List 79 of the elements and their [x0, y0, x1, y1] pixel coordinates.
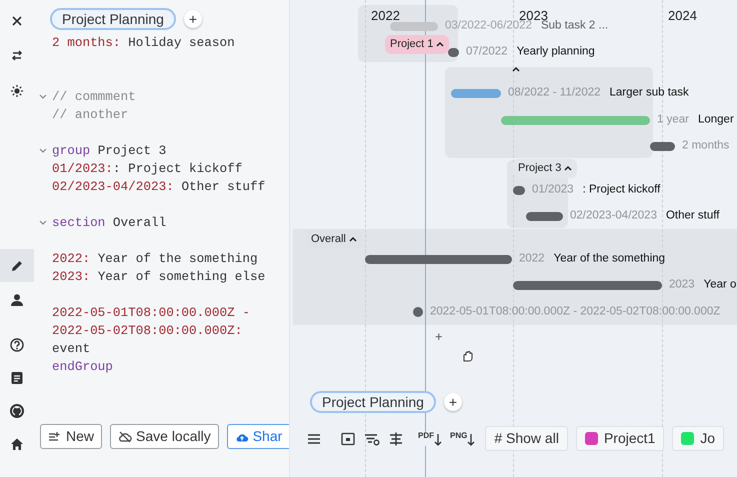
- sun-icon: [10, 84, 24, 98]
- code-line: 2022-05-02T08:00:00.000Z:: [52, 322, 242, 340]
- collapse-icon: [436, 41, 444, 48]
- align-icon: [388, 430, 404, 446]
- task-date: 2022: [519, 251, 545, 266]
- task-date: 07/2022: [466, 44, 508, 60]
- code-line: endGroup: [52, 358, 113, 376]
- code-line: // another: [52, 106, 128, 124]
- download-icon: [434, 432, 442, 446]
- file-tab[interactable]: Project Planning: [50, 8, 176, 30]
- code-line: 02/2023-04/2023: Other stuff: [52, 178, 266, 196]
- task-date: 02/2023-04/2023: [570, 208, 657, 224]
- year-label: 2024: [668, 7, 697, 25]
- add-task-button[interactable]: +: [435, 330, 443, 343]
- section-label[interactable]: Overall: [306, 230, 362, 248]
- help-icon: [10, 338, 24, 352]
- code-line: section Overall: [52, 214, 166, 232]
- task-bar[interactable]: [513, 280, 662, 290]
- task-date: 1 year: [657, 112, 689, 128]
- code-line: group Project 3: [52, 142, 166, 160]
- person-icon: [10, 292, 24, 306]
- toolbar-button[interactable]: New: [40, 424, 102, 449]
- add-tab-button[interactable]: +: [184, 10, 202, 28]
- toolbar-button[interactable]: Shar: [226, 424, 289, 449]
- task-bar[interactable]: [526, 212, 563, 220]
- code-line: // commment: [52, 88, 136, 106]
- year-label: 2022: [371, 7, 400, 25]
- sidebar-button[interactable]: [0, 249, 34, 282]
- task-title: Larger sub task: [610, 85, 689, 100]
- collapse-icon: [348, 236, 357, 242]
- task-title: Sub task 2 ...: [540, 19, 608, 34]
- frame-icon: [340, 430, 356, 446]
- file-tab[interactable]: Project Planning: [310, 391, 436, 413]
- filter-tag[interactable]: # Show all: [485, 426, 568, 451]
- event-dot[interactable]: [413, 307, 423, 317]
- code-line: event: [52, 340, 90, 358]
- task-date: 03/2022-06/2022: [445, 19, 532, 34]
- task-title: Other stuff: [666, 208, 720, 224]
- cloud-off-icon: [118, 430, 132, 444]
- toolbar-button[interactable]: [388, 430, 404, 446]
- pencil-icon: [10, 258, 24, 272]
- milestone-marker[interactable]: [448, 48, 459, 56]
- home-icon: [10, 436, 24, 450]
- collapse-icon: [564, 165, 572, 172]
- filter-tag[interactable]: Jo: [672, 426, 724, 451]
- task-date: 2023: [669, 277, 695, 292]
- cat-logo-icon: [10, 404, 24, 418]
- filter-tag[interactable]: Project1: [576, 426, 664, 451]
- task-date: 2 months: [682, 138, 730, 154]
- swap-icon: [10, 48, 24, 62]
- add-list-icon: [48, 430, 62, 444]
- task-title: Year of the something: [554, 251, 666, 266]
- code-line: 2 months: Holiday season: [52, 34, 235, 52]
- task-title: Year o: [704, 277, 736, 292]
- task-title: Longer: [698, 112, 734, 128]
- code-line: 2022-05-01T08:00:00.000Z -: [52, 304, 250, 322]
- task-date: 01/2023: [532, 182, 574, 198]
- add-tab-button[interactable]: +: [444, 393, 462, 411]
- export-button[interactable]: PDF: [418, 432, 442, 446]
- export-button[interactable]: PNG: [450, 432, 476, 446]
- task-date: 08/2022 - 11/2022: [508, 85, 601, 100]
- download-icon: [467, 432, 476, 446]
- task-bar[interactable]: [650, 142, 675, 150]
- hand-cursor-icon: [461, 350, 473, 362]
- group-label[interactable]: Project 3: [513, 159, 578, 178]
- close-icon: [10, 14, 24, 28]
- code-line: 01/2023:: Project kickoff: [52, 160, 242, 178]
- toolbar-button[interactable]: [340, 430, 356, 446]
- toolbar-button[interactable]: Save locally: [110, 424, 219, 449]
- task-title: Yearly planning: [516, 44, 595, 60]
- milestone-marker[interactable]: [513, 186, 525, 194]
- code-line: 2022: Year of the something: [52, 250, 258, 268]
- collapse-icon: [512, 66, 520, 72]
- task-bar[interactable]: [365, 254, 512, 264]
- document-icon: [10, 370, 24, 384]
- task-title: : Project kickoff: [582, 182, 660, 198]
- group-label[interactable]: Project 1: [385, 35, 450, 54]
- task-date: 2022-05-01T08:00:00.000Z - 2022-05-02T08:00:00.000Z: [430, 304, 720, 320]
- code-line: 2023: Year of something else: [52, 268, 266, 286]
